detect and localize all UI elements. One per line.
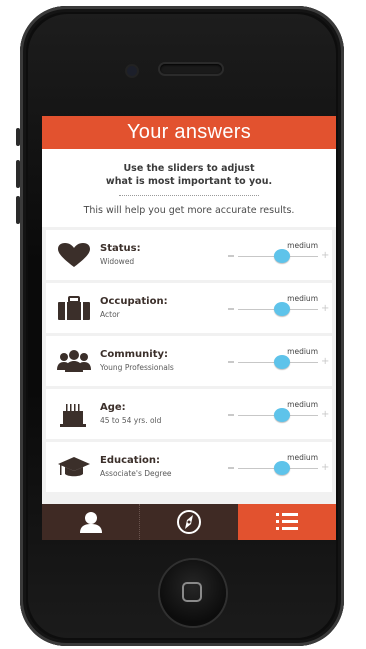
answer-label: Education: bbox=[100, 455, 160, 466]
answer-label: Community: bbox=[100, 349, 169, 360]
answer-row-community: Community: Young Professionals medium + bbox=[46, 336, 332, 386]
birthday-cake-icon bbox=[60, 404, 86, 427]
page-title: Your answers bbox=[126, 121, 252, 143]
slider-level-label: medium bbox=[287, 347, 318, 356]
answer-row-age: Age: 45 to 54 yrs. old medium + bbox=[46, 389, 332, 439]
bottom-tab-bar bbox=[42, 504, 336, 540]
answer-label: Age: bbox=[100, 402, 126, 413]
answer-row-education: Education: Associate's Degree medium + bbox=[46, 442, 332, 492]
slider-minus-icon[interactable] bbox=[228, 255, 234, 257]
app-screen: Your answers Use the sliders to adjust w… bbox=[42, 116, 336, 540]
profile-icon bbox=[80, 512, 102, 533]
home-square-icon bbox=[182, 582, 202, 602]
slider-plus-icon[interactable]: + bbox=[321, 304, 329, 314]
answer-label: Status: bbox=[100, 243, 141, 254]
slider-level-label: medium bbox=[287, 294, 318, 303]
slider-minus-icon[interactable] bbox=[228, 467, 234, 469]
tab-explore[interactable] bbox=[140, 504, 238, 540]
heart-icon bbox=[58, 243, 90, 267]
earpiece-speaker bbox=[160, 64, 222, 74]
slider-level-label: medium bbox=[287, 453, 318, 462]
answer-value: Associate's Degree bbox=[100, 469, 172, 478]
slider-minus-icon[interactable] bbox=[228, 308, 234, 310]
front-camera bbox=[127, 66, 137, 76]
slider-thumb[interactable] bbox=[274, 302, 290, 316]
intro-line-1: Use the sliders to adjust bbox=[123, 163, 255, 174]
slider-thumb[interactable] bbox=[274, 461, 290, 475]
answer-row-status: Status: Widowed medium + bbox=[46, 230, 332, 280]
intro-line-3: This will help you get more accurate res… bbox=[83, 205, 295, 216]
slider-plus-icon[interactable]: + bbox=[321, 251, 329, 261]
slider-thumb[interactable] bbox=[274, 408, 290, 422]
answer-row-occupation: Occupation: Actor medium + bbox=[46, 283, 332, 333]
volume-down-button[interactable] bbox=[16, 196, 20, 224]
slider-plus-icon[interactable]: + bbox=[321, 410, 329, 420]
slider-minus-icon[interactable] bbox=[228, 414, 234, 416]
graduation-cap-icon bbox=[58, 457, 90, 477]
slider-thumb[interactable] bbox=[274, 355, 290, 369]
answer-value: Actor bbox=[100, 310, 120, 319]
people-icon bbox=[57, 350, 91, 372]
tab-answers[interactable] bbox=[238, 504, 336, 540]
header-bar: Your answers bbox=[42, 116, 336, 149]
slider-plus-icon[interactable]: + bbox=[321, 463, 329, 473]
list-icon bbox=[276, 513, 298, 530]
tab-profile[interactable] bbox=[42, 504, 140, 540]
mute-switch[interactable] bbox=[16, 128, 20, 146]
slider-plus-icon[interactable]: + bbox=[321, 357, 329, 367]
answer-value: Young Professionals bbox=[100, 363, 174, 372]
compass-icon bbox=[177, 510, 201, 534]
slider-level-label: medium bbox=[287, 241, 318, 250]
slider-level-label: medium bbox=[287, 400, 318, 409]
answers-list: Status: Widowed medium + Occupation: Act… bbox=[46, 230, 332, 495]
answer-value: Widowed bbox=[100, 257, 135, 266]
home-button[interactable] bbox=[160, 560, 226, 626]
answer-label: Occupation: bbox=[100, 296, 168, 307]
briefcase-icon bbox=[58, 296, 90, 320]
slider-thumb[interactable] bbox=[274, 249, 290, 263]
intro-line-2: what is most important to you. bbox=[105, 176, 273, 187]
volume-up-button[interactable] bbox=[16, 160, 20, 188]
answer-value: 45 to 54 yrs. old bbox=[100, 416, 162, 425]
intro-panel: Use the sliders to adjust what is most i… bbox=[42, 149, 336, 227]
dotted-divider bbox=[119, 195, 259, 196]
slider-minus-icon[interactable] bbox=[228, 361, 234, 363]
